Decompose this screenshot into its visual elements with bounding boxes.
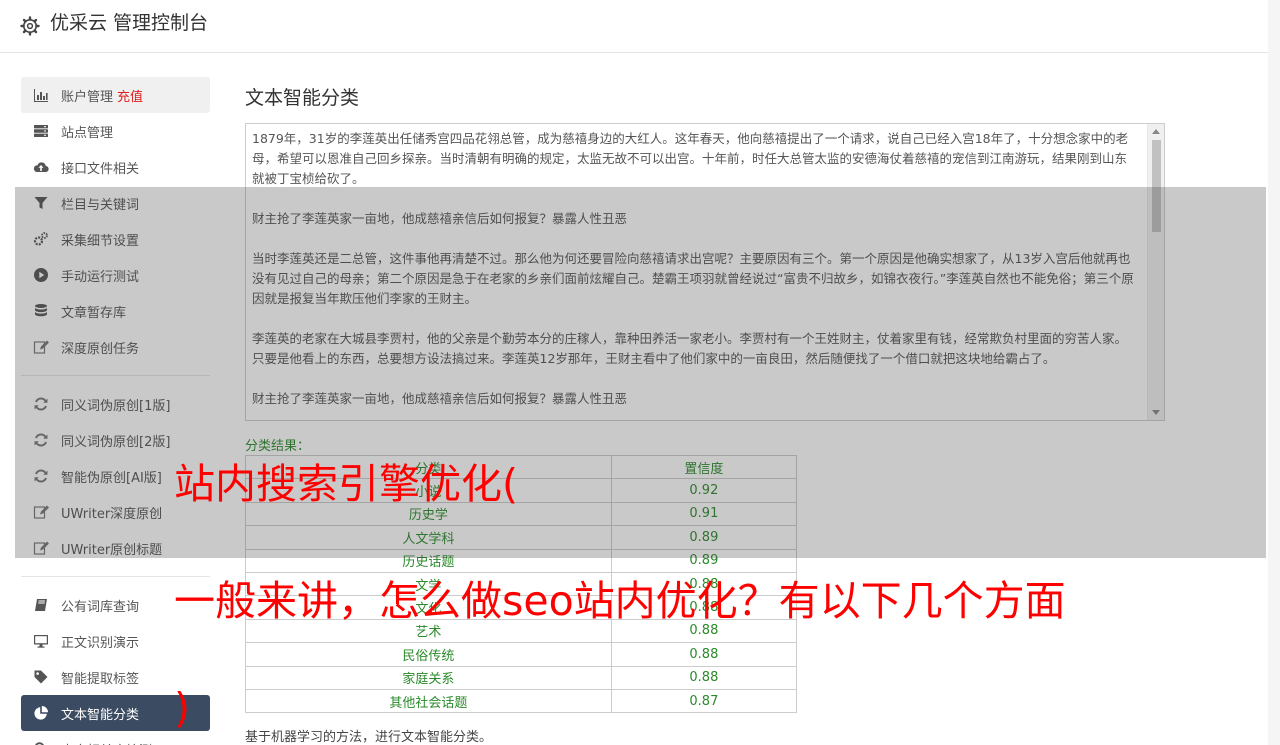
tag-icon [33, 669, 49, 685]
app-header: 优采云 管理控制台 [0, 0, 1268, 53]
overlay-text-line3: ) [174, 684, 190, 732]
recharge-badge[interactable]: 充值 [117, 86, 143, 105]
scroll-up-icon[interactable] [1152, 129, 1160, 134]
text-paragraph: 1879年，31岁的李莲英出任储秀宫四品花翎总管，成为慈禧身边的大红人。这年春天… [252, 131, 1129, 186]
content-area: 文本智能分类 1879年，31岁的李莲英出任储秀宫四品花翎总管，成为慈禧身边的大… [245, 83, 1165, 745]
table-row: 民俗传统 0.88 [245, 642, 798, 667]
gear-icon[interactable] [20, 16, 40, 36]
confidence-cell: 0.87 [610, 688, 798, 714]
app-title: 优采云 管理控制台 [50, 11, 209, 34]
category-cell: 其他社会话题 [245, 688, 612, 714]
sidebar-item-label: 接口文件相关 [61, 161, 140, 177]
category-cell: 民俗传统 [245, 642, 612, 667]
sidebar-item-group1-2[interactable]: 接口文件相关 [21, 149, 210, 185]
sidebar-item-label: 公有词库查询 [61, 599, 140, 615]
server-icon [33, 123, 49, 139]
sidebar-item-label: 文本智能分类 [61, 707, 140, 723]
bar-chart-icon [33, 87, 49, 103]
category-cell: 家庭关系 [245, 665, 612, 690]
description-text: 基于机器学习的方法，进行文本智能分类。 [245, 730, 493, 745]
pie-chart-icon [33, 705, 49, 721]
sidebar-item-group3-4[interactable]: 内容相关度检测 [21, 731, 210, 745]
search-icon [33, 741, 49, 745]
confidence-cell: 0.88 [610, 665, 798, 690]
sidebar-item-label: 智能提取标签 [61, 671, 140, 687]
sidebar-item-group1-0[interactable]: 账户管理 充值 [21, 77, 210, 113]
sidebar-item-group1-1[interactable]: 站点管理 [21, 113, 210, 149]
overlay-text-line2: 一般来讲，怎么做seo站内优化？有以下几个方面 [174, 577, 1066, 625]
page-title: 文本智能分类 [245, 87, 360, 109]
book-icon [33, 597, 49, 613]
sidebar-item-group3-1[interactable]: 正文识别演示 [21, 623, 210, 659]
confidence-cell: 0.88 [610, 642, 798, 667]
window-edge [1268, 0, 1280, 745]
desktop-icon [33, 633, 49, 649]
sidebar-item-label: 内容相关度检测 [61, 740, 152, 745]
table-row: 家庭关系 0.88 [245, 665, 798, 690]
table-row: 其他社会话题 0.87 [245, 688, 798, 714]
sidebar-item-label: 站点管理 [61, 125, 114, 141]
sidebar-item-label: 账户管理 [61, 89, 114, 105]
cloud-upload-icon [33, 159, 49, 175]
sidebar-item-label: 正文识别演示 [61, 635, 140, 651]
overlay-text-line1: 站内搜索引擎优化( [174, 460, 518, 508]
